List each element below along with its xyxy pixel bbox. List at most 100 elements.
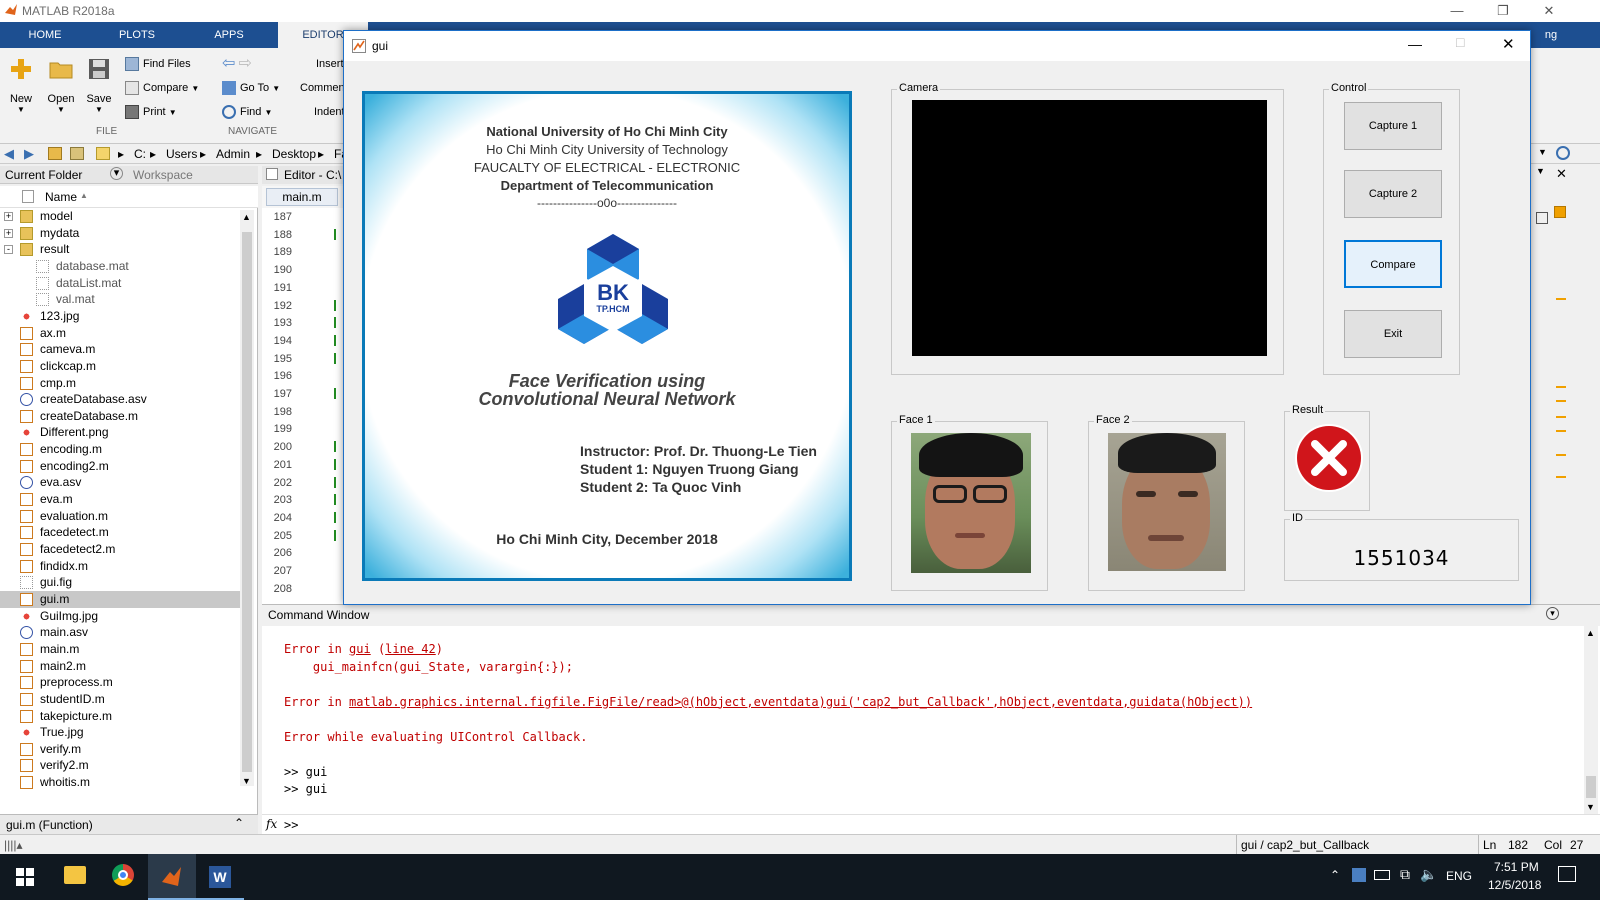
code-fragment[interactable] xyxy=(334,299,342,311)
gui-maximize-button[interactable]: □ xyxy=(1456,34,1464,50)
file-row[interactable]: verify2.m xyxy=(0,757,242,774)
file-row[interactable]: createDatabase.m xyxy=(0,408,242,425)
file-row[interactable]: encoding.m xyxy=(0,441,242,458)
code-fragment[interactable] xyxy=(334,441,342,453)
file-row[interactable]: cameva.m xyxy=(0,341,242,358)
tray-app-icon[interactable] xyxy=(1352,868,1366,882)
error-link[interactable]: gui xyxy=(349,642,371,656)
capture-2-button[interactable]: Capture 2 xyxy=(1344,170,1442,218)
file-row[interactable]: cmp.m xyxy=(0,375,242,392)
compare-button[interactable]: Compare xyxy=(1344,240,1442,288)
file-row[interactable]: main.m xyxy=(0,641,242,658)
tray-up-icon[interactable]: ⌃ xyxy=(1330,868,1340,882)
code-fragment[interactable] xyxy=(334,334,342,346)
file-row[interactable]: whoitis.m xyxy=(0,774,242,791)
expand-details-icon[interactable]: ⌃ xyxy=(234,816,244,830)
file-row[interactable]: verify.m xyxy=(0,741,242,758)
error-link[interactable]: line 42 xyxy=(385,642,436,656)
code-fragment[interactable] xyxy=(334,511,342,523)
capture-1-button[interactable]: Capture 1 xyxy=(1344,102,1442,150)
file-row[interactable]: database.mat xyxy=(0,258,242,275)
matlab-taskbar-button[interactable] xyxy=(148,854,196,900)
back-forward-buttons[interactable]: ⇦ ⇨ xyxy=(222,54,252,74)
file-row[interactable]: gui.m xyxy=(0,590,242,608)
tab-plots[interactable]: PLOTS xyxy=(92,22,182,48)
chrome-icon[interactable] xyxy=(112,864,134,886)
clock-date[interactable]: 12/5/2018 xyxy=(1488,878,1541,892)
file-row[interactable]: True.jpg xyxy=(0,724,242,741)
file-row[interactable]: 123.jpg xyxy=(0,308,242,325)
forward-icon[interactable]: ▶ xyxy=(24,146,34,162)
tab-home[interactable]: HOME xyxy=(0,22,90,48)
indent-button[interactable]: Indent xyxy=(314,102,345,122)
breadcrumb-c[interactable]: C: xyxy=(134,147,146,161)
file-row[interactable]: GuiImg.jpg xyxy=(0,608,242,625)
exit-button[interactable]: Exit xyxy=(1344,310,1442,358)
clock-time[interactable]: 7:51 PM xyxy=(1494,860,1539,874)
file-row[interactable]: clickcap.m xyxy=(0,358,242,375)
command-window-scrollbar[interactable]: ▲ ▼ xyxy=(1584,626,1598,814)
print-button[interactable]: Print ▼ xyxy=(125,102,177,122)
file-list-scrollbar[interactable]: ▲ ▼ xyxy=(240,210,254,786)
breadcrumb-desktop[interactable]: Desktop xyxy=(272,147,316,161)
compare-button[interactable]: Compare ▼ xyxy=(125,78,199,98)
file-row[interactable]: - result xyxy=(0,241,242,258)
file-row[interactable]: val.mat xyxy=(0,291,242,308)
code-fragment[interactable] xyxy=(334,388,342,399)
fx-icon[interactable]: fx xyxy=(266,817,277,831)
file-row[interactable]: facedetect.m xyxy=(0,524,242,541)
browse-folder-icon[interactable] xyxy=(70,147,84,160)
find-files-button[interactable]: Find Files xyxy=(125,54,191,74)
command-prompt[interactable]: >> xyxy=(284,818,298,832)
command-window[interactable]: Error in gui (line 42) gui_mainfcn(gui_S… xyxy=(262,626,1600,834)
expand-toggle-icon[interactable]: - xyxy=(4,245,13,255)
tab-main-m[interactable]: main.m xyxy=(266,188,338,206)
workspace-tab[interactable]: Workspace xyxy=(133,168,193,182)
language-indicator[interactable]: ENG xyxy=(1446,869,1472,883)
breadcrumb-admin[interactable]: Admin xyxy=(216,147,250,161)
command-window-menu-icon[interactable]: ▾ xyxy=(1546,607,1559,620)
gui-minimize-button[interactable]: — xyxy=(1408,36,1422,52)
address-dropdown-icon[interactable]: ▼ xyxy=(1538,147,1547,157)
breadcrumb-users[interactable]: Users xyxy=(166,147,197,161)
file-row[interactable]: takepicture.m xyxy=(0,708,242,725)
insert-button[interactable]: Insert xyxy=(316,54,344,74)
maximize-button[interactable]: ❐ xyxy=(1480,0,1526,22)
file-row[interactable]: + mydata xyxy=(0,225,242,242)
code-fragment[interactable] xyxy=(334,352,342,364)
close-button[interactable]: ✕ xyxy=(1526,0,1572,22)
code-fragment[interactable] xyxy=(334,458,342,470)
file-row[interactable]: gui.fig xyxy=(0,574,242,591)
command-prompt-row[interactable]: fx >> xyxy=(262,814,1600,834)
search-folder-icon[interactable] xyxy=(1556,146,1570,160)
open-button[interactable]: Open ▼ xyxy=(42,56,80,114)
up-folder-icon[interactable] xyxy=(48,147,62,160)
comment-button[interactable]: Comment xyxy=(300,78,348,98)
code-fragment[interactable] xyxy=(334,494,342,506)
expand-toggle-icon[interactable]: + xyxy=(4,228,13,238)
new-button[interactable]: New ▼ xyxy=(2,56,40,114)
gui-close-button[interactable]: ✕ xyxy=(1502,35,1515,53)
code-fragment[interactable] xyxy=(334,529,342,541)
panel-menu-icon[interactable]: ▾ xyxy=(110,167,123,180)
file-row[interactable]: preprocess.m xyxy=(0,674,242,691)
battery-icon[interactable] xyxy=(1374,870,1390,880)
current-folder-title[interactable]: Current Folder xyxy=(5,168,82,182)
file-row[interactable]: dataList.mat xyxy=(0,275,242,292)
name-column-header[interactable]: Name xyxy=(45,190,77,204)
file-row[interactable]: ax.m xyxy=(0,325,242,342)
file-row[interactable]: main.asv xyxy=(0,624,242,641)
save-button[interactable]: Save ▼ xyxy=(80,56,118,114)
file-row[interactable]: main2.m xyxy=(0,658,242,675)
wifi-icon[interactable]: ⧉ xyxy=(1400,866,1410,883)
tab-apps[interactable]: APPS xyxy=(184,22,274,48)
find-button[interactable]: Find ▼ xyxy=(222,102,272,122)
goto-button[interactable]: Go To ▼ xyxy=(222,78,280,98)
file-row[interactable]: encoding2.m xyxy=(0,458,242,475)
word-taskbar-button[interactable]: W xyxy=(196,854,244,900)
notifications-icon[interactable] xyxy=(1558,866,1576,882)
file-row[interactable]: eva.asv xyxy=(0,474,242,491)
file-row[interactable]: evaluation.m xyxy=(0,508,242,525)
expand-toggle-icon[interactable]: + xyxy=(4,212,13,221)
file-row[interactable]: studentID.m xyxy=(0,691,242,708)
